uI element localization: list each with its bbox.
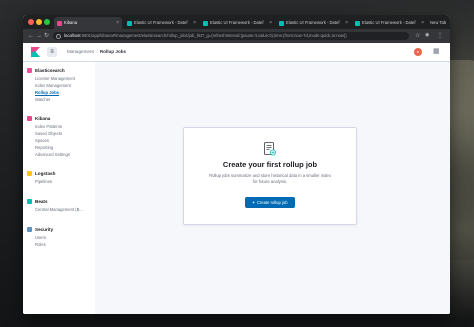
elasticsearch-icon (27, 67, 32, 73)
back-arrow-icon[interactable]: ← (28, 32, 34, 40)
breadcrumb-rollup-jobs: Rollup Jobs (99, 49, 127, 54)
close-tab-icon[interactable]: × (269, 17, 272, 29)
kibana-icon (27, 115, 32, 121)
browser-tab[interactable]: Elastic UI Framework - Datef × (200, 17, 275, 29)
browser-tab-kibana[interactable]: Kibana × (54, 17, 122, 29)
sidebar-item-pipelines[interactable]: Pipelines (27, 178, 55, 185)
menu-icon: ≡ (50, 49, 54, 55)
elastic-favicon-icon (127, 20, 132, 26)
browser-tab-new[interactable]: New Tab (428, 17, 450, 29)
breadcrumb-management[interactable]: Management (67, 49, 94, 54)
plus-icon: + (252, 200, 255, 205)
create-rollup-job-button[interactable]: + Create rollup job (245, 197, 295, 208)
avatar[interactable]: e (414, 48, 422, 56)
kibana-logo-icon[interactable] (31, 47, 40, 57)
sidebar-group-title: Beats (27, 198, 83, 206)
url-input[interactable]: localhost:5601/app/kibana#/management/el… (53, 32, 409, 40)
maximize-window-button[interactable] (44, 19, 50, 25)
extension-icon[interactable]: ◉ (425, 31, 429, 39)
breadcrumb: Management / Rollup Jobs (67, 47, 126, 57)
sidebar-group-title: Elasticsearch (27, 67, 75, 75)
rollup-document-icon (264, 142, 276, 156)
sidebar-item-rollup-jobs[interactable]: Rollup Jobs (27, 89, 75, 96)
sidebar-group-elasticsearch: Elasticsearch License Management Index M… (27, 67, 75, 103)
sidebar-item-users[interactable]: Users (27, 234, 53, 241)
sidebar-item-central-management[interactable]: Central Management (B... (27, 206, 83, 213)
elastic-favicon-icon (203, 20, 208, 26)
close-window-button[interactable] (28, 19, 34, 25)
bookmark-star-icon[interactable]: ☆ (415, 32, 420, 40)
kibana-favicon-icon (57, 20, 62, 26)
url-host: localhost (64, 33, 81, 38)
sidebar-item-saved-objects[interactable]: Saved Objects (27, 130, 70, 137)
tab-title: Elastic UI Framework - Datef (362, 20, 416, 25)
minimize-window-button[interactable] (36, 19, 42, 25)
beats-icon (27, 198, 32, 204)
tab-title: Elastic UI Framework - Datef (286, 20, 340, 25)
management-sidebar: Elasticsearch License Management Index M… (23, 62, 95, 314)
browser-menu-icon[interactable]: ⋮ (437, 32, 443, 40)
close-tab-icon[interactable]: × (116, 17, 119, 29)
sidebar-group-title: Kibana (27, 115, 70, 123)
sidebar-item-advanced-settings[interactable]: Advanced Settings (27, 151, 70, 158)
empty-prompt-description: Rollup jobs summarize and store historic… (209, 173, 331, 184)
sidebar-item-license-management[interactable]: License Management (27, 75, 75, 82)
reload-icon[interactable]: ↻ (44, 32, 49, 40)
security-icon (27, 226, 32, 232)
tab-title: Elastic UI Framework - Datef (210, 20, 264, 25)
close-tab-icon[interactable]: × (345, 17, 348, 29)
apps-grid-icon[interactable]: ▦ (433, 48, 440, 56)
sidebar-item-watcher[interactable]: Watcher (27, 96, 75, 103)
sidebar-item-index-patterns[interactable]: Index Patterns (27, 123, 70, 130)
sidebar-group-security: Security Users Roles (27, 226, 53, 248)
browser-window: Kibana × Elastic UI Framework - Datef × … (23, 15, 450, 314)
kibana-header: ≡ Management / Rollup Jobs e ▦ (23, 43, 450, 62)
tab-title: New Tab (430, 20, 447, 25)
sidebar-item-index-management[interactable]: Index Management (27, 82, 75, 89)
address-bar: ← → ↻ localhost:5601/app/kibana#/managem… (23, 29, 450, 43)
tab-title: Kibana (64, 20, 78, 25)
browser-tab[interactable]: Elastic UI Framework - Datef × (276, 17, 351, 29)
sidebar-group-logstash: Logstash Pipelines (27, 170, 55, 185)
sidebar-item-reporting[interactable]: Reporting (27, 144, 70, 151)
site-info-icon[interactable] (56, 33, 61, 39)
elastic-favicon-icon (355, 20, 360, 26)
elastic-favicon-icon (279, 20, 284, 26)
sidebar-group-title: Security (27, 226, 53, 234)
sidebar-item-roles[interactable]: Roles (27, 241, 53, 248)
sidebar-group-kibana: Kibana Index Patterns Saved Objects Spac… (27, 115, 70, 158)
create-rollup-job-label: Create rollup job (256, 200, 288, 205)
close-tab-icon[interactable]: × (421, 17, 424, 29)
sidebar-item-spaces[interactable]: Spaces (27, 137, 70, 144)
close-tab-icon[interactable]: × (193, 17, 196, 29)
browser-tab[interactable]: Elastic UI Framework - Datef × (352, 17, 427, 29)
sidebar-group-title: Logstash (27, 170, 55, 178)
nav-menu-button[interactable]: ≡ (47, 47, 57, 57)
browser-tab[interactable]: Elastic UI Framework - Datef × (124, 17, 199, 29)
empty-prompt-panel: Create your first rollup job Rollup jobs… (183, 127, 357, 225)
sidebar-group-beats: Beats Central Management (B... (27, 198, 83, 213)
logstash-icon (27, 170, 32, 176)
tab-bar: Kibana × Elastic UI Framework - Datef × … (23, 15, 450, 29)
tab-title: Elastic UI Framework - Datef (134, 20, 188, 25)
main-content: Create your first rollup job Rollup jobs… (95, 62, 450, 314)
empty-prompt-title: Create your first rollup job (222, 160, 318, 169)
forward-arrow-icon[interactable]: → (36, 32, 42, 40)
url-path: :5601/app/kibana#/management/elasticsear… (80, 33, 347, 38)
